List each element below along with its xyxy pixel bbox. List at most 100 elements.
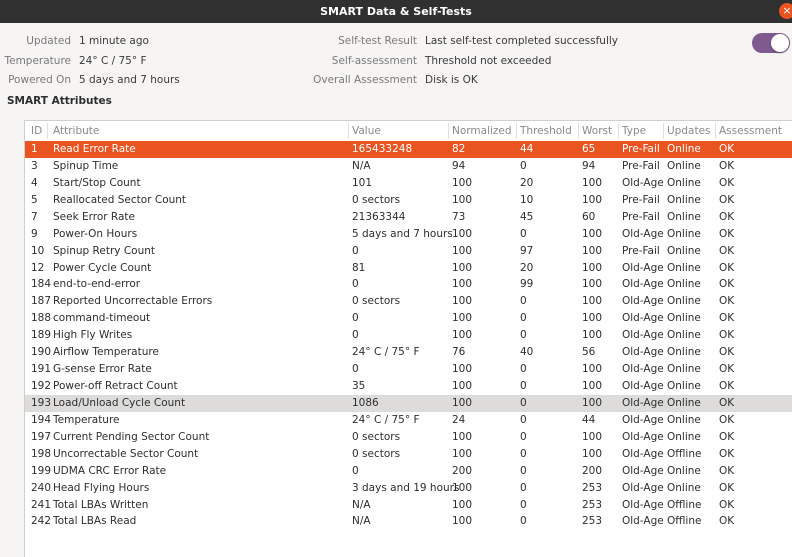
cell-updates: Online xyxy=(667,193,701,206)
cell-type: Old-Age xyxy=(622,295,664,308)
toggle-knob xyxy=(771,34,789,52)
table-row[interactable]: 198 Uncorrectable Sector Count 0 sectors 10… xyxy=(25,446,792,463)
column-header-threshold[interactable]: Threshold xyxy=(520,125,572,137)
cell-threshold: 0 xyxy=(520,396,527,409)
cell-type: Old-Age xyxy=(622,227,664,240)
cell-id: 12 xyxy=(31,261,45,274)
cell-type: Old-Age xyxy=(622,447,664,460)
cell-worst: 100 xyxy=(582,380,603,393)
table-row[interactable]: 199 UDMA CRC Error Rate 0 200 0 200 Old-Age Onl… xyxy=(25,463,792,480)
cell-type: Pre-Fail xyxy=(622,244,660,257)
cell-value: N/A xyxy=(352,498,371,511)
cell-assessment: OK xyxy=(719,363,735,376)
column-separator xyxy=(663,123,664,139)
cell-value: 0 sectors xyxy=(352,295,401,308)
cell-assessment: OK xyxy=(719,261,735,274)
cell-normalized: 100 xyxy=(452,312,473,325)
table-row[interactable]: 190 Airflow Temperature 24° C / 75° F 76 40 5… xyxy=(25,344,792,361)
table-row[interactable]: 5 Reallocated Sector Count 0 sectors 100 10 1… xyxy=(25,192,792,209)
cell-assessment: OK xyxy=(719,159,735,172)
table-row[interactable]: 242 Total LBAs Read N/A 100 0 253 Old-Age Offli… xyxy=(25,513,792,530)
cell-threshold: 20 xyxy=(520,176,534,189)
column-header-type[interactable]: Type xyxy=(622,125,646,137)
table-row[interactable]: 184 end-to-end-error 0 100 99 100 Old-Age Onlin… xyxy=(25,276,792,293)
column-separator xyxy=(448,123,449,139)
window-title: SMART Data & Self-Tests xyxy=(320,5,472,18)
updated-label: Updated xyxy=(26,35,71,47)
table-row[interactable]: 189 High Fly Writes 0 100 0 100 Old-Age Online O… xyxy=(25,327,792,344)
cell-assessment: OK xyxy=(719,210,735,223)
column-header-id[interactable]: ID xyxy=(31,125,42,137)
column-header-updates[interactable]: Updates xyxy=(667,125,711,137)
table-row[interactable]: 187 Reported Uncorrectable Errors 0 sector… xyxy=(25,293,792,310)
cell-id: 191 xyxy=(31,363,52,376)
cell-threshold: 0 xyxy=(520,430,527,443)
cell-threshold: 0 xyxy=(520,312,527,325)
cell-id: 1 xyxy=(31,143,38,155)
table-row[interactable]: 192 Power-off Retract Count 35 100 0 100 Old-A… xyxy=(25,378,792,395)
cell-id: 10 xyxy=(31,244,45,257)
cell-updates: Online xyxy=(667,278,701,291)
table-row[interactable]: 240 Head Flying Hours 3 days and 19 hours 1… xyxy=(25,480,792,497)
cell-worst: 100 xyxy=(582,193,603,206)
cell-worst: 100 xyxy=(582,447,603,460)
table-row[interactable]: 1 Read Error Rate 165433248 82 44 65 Pre-Fail O… xyxy=(25,141,792,158)
table-row[interactable]: 7 Seek Error Rate 21363344 73 45 60 Pre-Fail On… xyxy=(25,209,792,226)
cell-assessment: OK xyxy=(719,464,735,477)
cell-type: Old-Age xyxy=(622,413,664,426)
cell-type: Old-Age xyxy=(622,278,664,291)
table-row[interactable]: 193 Load/Unload Cycle Count 1086 100 0 100 Old… xyxy=(25,394,792,412)
column-header-value[interactable]: Value xyxy=(352,125,381,137)
cell-assessment: OK xyxy=(719,329,735,342)
cell-worst: 94 xyxy=(582,159,596,172)
cell-type: Pre-Fail xyxy=(622,143,660,155)
column-separator xyxy=(47,123,48,139)
cell-assessment: OK xyxy=(719,312,735,325)
cell-attribute: Power-off Retract Count xyxy=(53,380,178,393)
cell-worst: 100 xyxy=(582,278,603,291)
table-row[interactable]: 194 Temperature 24° C / 75° F 24 0 44 Old-Age O… xyxy=(25,412,792,429)
close-icon[interactable]: × xyxy=(779,3,792,19)
column-header-attribute[interactable]: Attribute xyxy=(53,125,99,137)
column-header-assessment[interactable]: Assessment xyxy=(719,125,782,137)
column-separator xyxy=(578,123,579,139)
cell-value: N/A xyxy=(352,159,371,172)
cell-attribute: Reported Uncorrectable Errors xyxy=(53,295,213,308)
cell-updates: Online xyxy=(667,464,701,477)
cell-value: 0 sectors xyxy=(352,430,401,443)
table-row[interactable]: 10 Spinup Retry Count 0 100 97 100 Pre-Fail Onl… xyxy=(25,243,792,260)
table-row[interactable]: 3 Spinup Time N/A 94 0 94 Pre-Fail Online OK xyxy=(25,158,792,175)
table-row[interactable]: 241 Total LBAs Written N/A 100 0 253 Old-Age Of… xyxy=(25,497,792,514)
cell-updates: Online xyxy=(667,176,701,189)
table-row[interactable]: 191 G-sense Error Rate 0 100 0 100 Old-Age Onli… xyxy=(25,361,792,378)
cell-id: 187 xyxy=(31,295,52,308)
cell-normalized: 100 xyxy=(452,396,473,409)
cell-assessment: OK xyxy=(719,481,735,494)
cell-normalized: 100 xyxy=(452,193,473,206)
smart-enable-toggle[interactable] xyxy=(752,33,790,53)
cell-threshold: 0 xyxy=(520,295,527,308)
cell-type: Pre-Fail xyxy=(622,159,660,172)
cell-updates: Offline xyxy=(667,515,702,528)
cell-id: 192 xyxy=(31,380,52,393)
cell-value: 0 xyxy=(352,464,359,477)
self-test-result-label: Self-test Result xyxy=(338,35,417,47)
table-row[interactable]: 4 Start/Stop Count 101 100 20 100 Old-Age Onlin… xyxy=(25,175,792,192)
table-row[interactable]: 197 Current Pending Sector Count 0 sectors… xyxy=(25,429,792,446)
cell-value: 0 xyxy=(352,329,359,342)
column-header-normalized[interactable]: Normalized xyxy=(452,125,512,137)
smart-attributes-table[interactable]: ID Attribute Value Normalized Threshold … xyxy=(24,120,792,557)
cell-worst: 100 xyxy=(582,295,603,308)
table-row[interactable]: 188 command-timeout 0 100 0 100 Old-Age Online O… xyxy=(25,310,792,327)
cell-attribute: end-to-end-error xyxy=(53,278,141,291)
column-header-worst[interactable]: Worst xyxy=(582,125,612,137)
cell-worst: 100 xyxy=(582,244,603,257)
cell-attribute: Head Flying Hours xyxy=(53,481,150,494)
temperature-label: Temperature xyxy=(4,55,71,67)
cell-threshold: 99 xyxy=(520,278,534,291)
cell-id: 184 xyxy=(31,278,52,291)
cell-worst: 100 xyxy=(582,312,603,325)
table-row[interactable]: 9 Power-On Hours 5 days and 7 hours 100 0 100… xyxy=(25,226,792,243)
table-row[interactable]: 12 Power Cycle Count 81 100 20 100 Old-Age Onli… xyxy=(25,260,792,277)
cell-type: Old-Age xyxy=(622,481,664,494)
